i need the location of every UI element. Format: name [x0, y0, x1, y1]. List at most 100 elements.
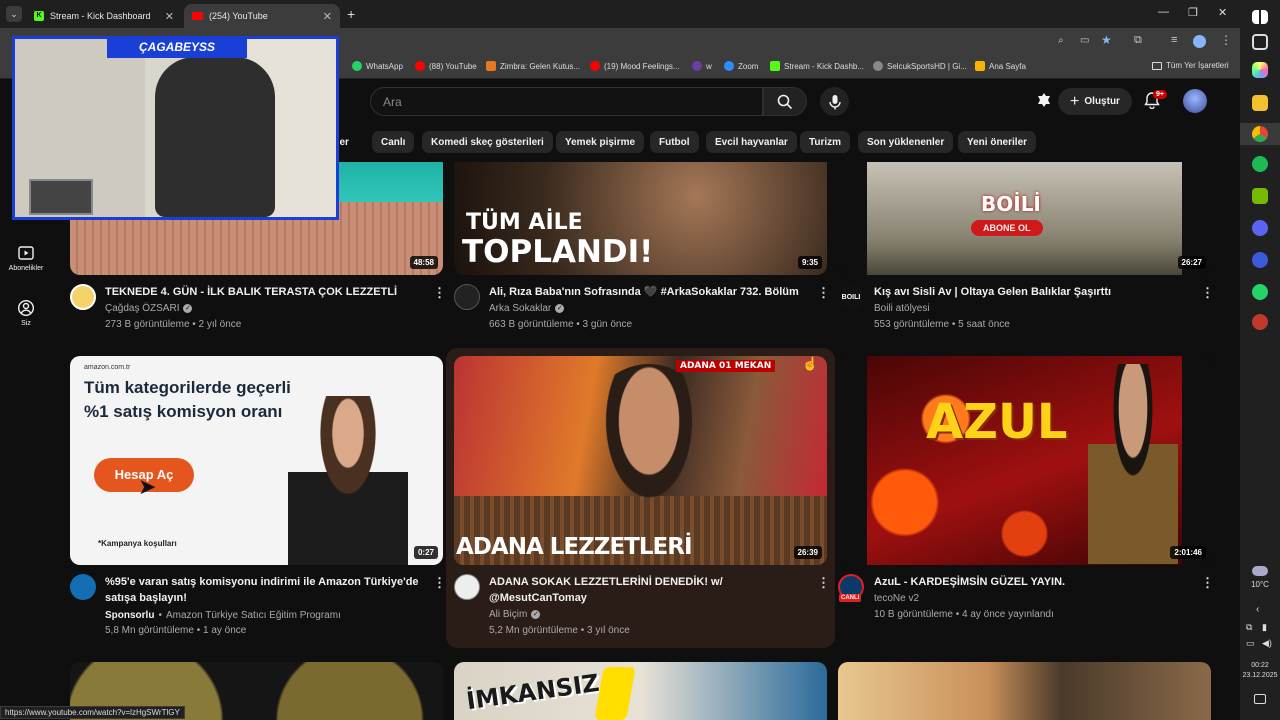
video-duration: 0:27	[413, 546, 438, 559]
profile-icon[interactable]	[1193, 35, 1206, 48]
chip-futbol[interactable]: Futbol	[650, 131, 699, 153]
more-options-icon[interactable]: ⋮	[1201, 576, 1214, 589]
video-thumbnail[interactable]: İMKANSIZ	[454, 662, 827, 720]
upload-shortcut-icon[interactable]	[1035, 91, 1053, 109]
discord-icon[interactable]	[1252, 220, 1268, 236]
close-tab-icon[interactable]: ✕	[323, 10, 332, 23]
media-icon[interactable]: ≡	[1171, 34, 1177, 46]
chip-yeni[interactable]: Yeni öneriler	[958, 131, 1037, 153]
notification-center-icon[interactable]	[1254, 694, 1266, 704]
chrome-icon[interactable]	[1252, 126, 1268, 142]
kick-icon: K	[34, 11, 44, 21]
nvidia-icon[interactable]	[1252, 188, 1268, 204]
more-options-icon[interactable]: ⋮	[817, 286, 830, 299]
verified-icon: ✓	[555, 304, 565, 313]
all-bookmarks[interactable]: Tüm Yer İşaretleri	[1152, 61, 1229, 70]
new-tab-button[interactable]: +	[347, 6, 355, 22]
bookmark-kick[interactable]: Stream - Kick Dashb...	[770, 61, 864, 71]
channel-name[interactable]: tecoNe v2	[874, 593, 919, 604]
bookmark-whatsapp[interactable]: WhatsApp	[352, 61, 403, 71]
network-icon[interactable]: ⧉	[1246, 622, 1252, 633]
streamer-name-banner: ÇAGABEYSS	[107, 36, 247, 58]
folder-icon	[1152, 61, 1162, 70]
chip-evcil[interactable]: Evcil hayvanlar	[706, 131, 797, 153]
sidebar-item-subscriptions[interactable]: Abonelikler	[4, 244, 48, 272]
spotify-icon[interactable]	[1252, 156, 1268, 172]
video-title[interactable]: ADANA SOKAK LEZZETLERİNİ DENEDİK! w/ @Me…	[489, 574, 749, 606]
extensions-icon[interactable]: ⧉	[1134, 34, 1142, 47]
more-options-icon[interactable]: ⋮	[1201, 286, 1214, 299]
channel-avatar[interactable]	[454, 574, 480, 600]
channel-name[interactable]: Sponsorlu • Amazon Türkiye Satıcı Eğitim P…	[105, 610, 341, 621]
bookmark-zimbra[interactable]: Zimbra: Gelen Kutus...	[486, 61, 580, 71]
video-thumbnail[interactable]: BOİLİ ABONE OL 26:27	[838, 162, 1211, 275]
chip-komedi[interactable]: Komedi skeç gösterileri	[422, 131, 553, 153]
clock-date[interactable]: 23.12.2025	[1240, 672, 1280, 679]
channel-avatar[interactable]	[70, 574, 96, 600]
app-icon[interactable]	[1252, 252, 1268, 268]
video-title[interactable]: %95'e varan satış komisyonu indirimi ile…	[105, 574, 423, 606]
windows-start-icon[interactable]	[1252, 10, 1268, 24]
menu-icon[interactable]: ⋮	[1220, 33, 1232, 47]
chip-label: Futbol	[659, 136, 690, 148]
create-button[interactable]: + Oluştur	[1058, 88, 1132, 115]
you-icon	[17, 299, 35, 317]
video-meta: 10 B görüntüleme • 4 ay önce yayınlandı	[874, 609, 1054, 620]
channel-name[interactable]: Ali Biçim ✓	[489, 609, 541, 620]
volume-icon[interactable]: ◀)	[1262, 638, 1272, 649]
close-tab-icon[interactable]: ✕	[165, 10, 174, 23]
restore-button[interactable]: ❐	[1188, 6, 1198, 19]
bookmark-mood[interactable]: (19) Mood Feelings...	[590, 61, 680, 71]
chip-yemek[interactable]: Yemek pişirme	[556, 131, 645, 153]
more-options-icon[interactable]: ⋮	[433, 286, 446, 299]
zoom-icon[interactable]: ⌕	[1058, 35, 1064, 46]
bookmark-zoom[interactable]: Zoom	[724, 61, 758, 71]
channel-name[interactable]: Çağdaş ÖZSARI ✓	[105, 303, 193, 314]
video-thumbnail[interactable]: ADANA 01 MEKAN ADANA LEZZETLERİ 26:39	[454, 356, 827, 565]
account-avatar[interactable]	[1183, 89, 1207, 113]
bookmark-w[interactable]: w	[692, 61, 712, 71]
search-button[interactable]	[763, 87, 807, 116]
obs-icon[interactable]	[1252, 314, 1268, 330]
bookmark-ana-sayfa[interactable]: Ana Sayfa	[975, 61, 1026, 71]
channel-avatar[interactable]	[70, 284, 96, 310]
voice-search-button[interactable]	[820, 87, 849, 116]
channel-name[interactable]: Arka Sokaklar ✓	[489, 303, 565, 314]
cast-icon[interactable]: ▭	[1080, 35, 1089, 46]
video-thumbnail[interactable]: AZUL 2:01:46	[838, 356, 1211, 565]
search-input[interactable]: Ara	[370, 87, 763, 116]
bookmark-star-icon[interactable]: ★	[1101, 33, 1112, 47]
video-title[interactable]: Ali, Rıza Baba'nın Sofrasında 🖤 #ArkaSok…	[489, 284, 809, 300]
more-options-icon[interactable]: ⋮	[817, 576, 830, 589]
tab-youtube[interactable]: (254) YouTube ✕	[184, 4, 340, 28]
tray-chevron-icon[interactable]: ‹	[1256, 604, 1259, 615]
more-options-icon[interactable]: ⋮	[433, 576, 446, 589]
streamer-name: ÇAGABEYSS	[138, 40, 215, 54]
minimize-button[interactable]: —	[1158, 6, 1169, 18]
video-title[interactable]: TEKNEDE 4. GÜN - İLK BALIK TERASTA ÇOK L…	[105, 284, 423, 300]
chip-son[interactable]: Son yüklenenler	[858, 131, 954, 153]
task-view-icon[interactable]	[1252, 34, 1268, 50]
display-icon[interactable]: ▭	[1246, 638, 1255, 649]
copilot-icon[interactable]	[1252, 62, 1268, 78]
microphone-icon[interactable]: ▮	[1262, 622, 1267, 633]
tab-kick-dashboard[interactable]: K Stream - Kick Dashboard ✕	[26, 4, 182, 28]
sidebar-item-you[interactable]: Siz	[4, 299, 48, 327]
chip-canli[interactable]: Canlı	[372, 131, 415, 153]
chip-turizm[interactable]: Turizm	[800, 131, 851, 153]
video-title[interactable]: AzuL - KARDEŞİMSİN GÜZEL YAYIN.	[874, 574, 1194, 590]
clock-time[interactable]: 00:22	[1240, 662, 1280, 669]
tab-search-icon[interactable]: ⌄	[6, 6, 22, 22]
video-thumbnail[interactable]	[838, 662, 1211, 720]
video-thumbnail[interactable]: TÜM AİLE TOPLANDI! 9:35	[454, 162, 827, 275]
channel-avatar[interactable]	[454, 284, 480, 310]
ad-thumbnail[interactable]: amazon.com.tr Tüm kategorilerde geçerli …	[70, 356, 443, 565]
video-title[interactable]: Kış avı Sisli Av | Oltaya Gelen Balıklar…	[874, 284, 1194, 300]
channel-avatar[interactable]: BOILI	[838, 284, 864, 310]
bookmark-selcuk[interactable]: SelcukSportsHD | Gi...	[873, 61, 967, 71]
close-window-button[interactable]: ✕	[1218, 6, 1227, 19]
whatsapp-icon[interactable]	[1252, 284, 1268, 300]
bookmark-youtube[interactable]: (88) YouTube	[415, 61, 477, 71]
file-explorer-icon[interactable]	[1252, 95, 1268, 111]
channel-name[interactable]: Boili atölyesi	[874, 303, 930, 314]
